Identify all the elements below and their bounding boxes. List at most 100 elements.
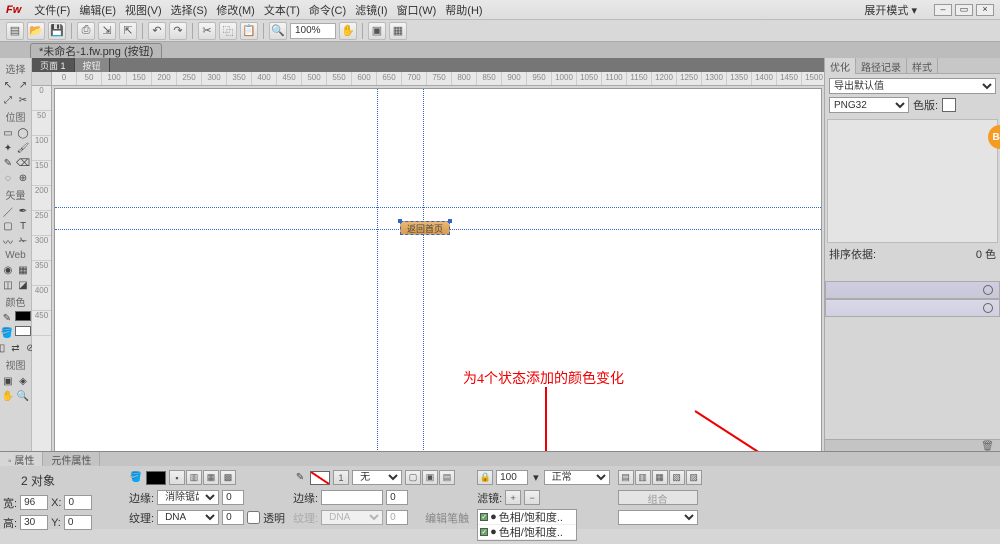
- tool-cut-icon[interactable]: ✂: [198, 22, 216, 40]
- blur-tool-icon[interactable]: ◌: [1, 171, 15, 185]
- tab-styles[interactable]: 样式: [907, 58, 938, 74]
- y-input[interactable]: [64, 515, 92, 530]
- x-input[interactable]: [64, 495, 92, 510]
- maximize-button[interactable]: ▭: [955, 4, 973, 16]
- transparent-checkbox[interactable]: [247, 511, 260, 524]
- menu-modify[interactable]: 修改(M): [216, 2, 255, 18]
- tab-symbol-properties[interactable]: 元件属性: [43, 452, 100, 466]
- stroke-swatch[interactable]: [310, 471, 330, 485]
- filter-list[interactable]: ✓●色相/饱和度.. ✓●色相/饱和度..: [477, 509, 577, 541]
- stroke-tool-icon[interactable]: ✎: [293, 471, 307, 485]
- stdview-icon[interactable]: ▣: [1, 374, 15, 388]
- show-hotspots-icon[interactable]: ◪: [16, 278, 30, 292]
- brush-tool-icon[interactable]: 🖌: [16, 141, 30, 155]
- stroke-color-icon[interactable]: ✎: [0, 311, 14, 325]
- layer-row[interactable]: [825, 299, 1000, 317]
- stroke-pos1-icon[interactable]: ▢: [405, 470, 421, 485]
- fill-color-icon[interactable]: 🪣: [0, 326, 14, 340]
- swap-colors-icon[interactable]: ⇄: [9, 341, 23, 355]
- fill-swatch[interactable]: [15, 326, 31, 336]
- expand-mode[interactable]: 展开模式 ▾: [864, 2, 917, 18]
- zoom-input[interactable]: [290, 23, 336, 39]
- opacity-input[interactable]: [496, 470, 528, 485]
- text-tool-icon[interactable]: T: [16, 219, 30, 233]
- canvas-tab-button[interactable]: 按钮: [75, 58, 110, 72]
- w-input[interactable]: [20, 495, 48, 510]
- fill-grad-icon[interactable]: ▥: [186, 470, 202, 485]
- filter-item[interactable]: ✓●色相/饱和度..: [478, 525, 576, 540]
- edge-num[interactable]: [222, 490, 244, 505]
- minimize-button[interactable]: –: [934, 4, 952, 16]
- tool-new-icon[interactable]: ▤: [6, 22, 24, 40]
- h-input[interactable]: [20, 515, 48, 530]
- texture-select[interactable]: DNA: [157, 510, 219, 525]
- menu-view[interactable]: 视图(V): [125, 2, 162, 18]
- edit-stroke-link[interactable]: 编辑笔触: [425, 510, 469, 526]
- align5-icon[interactable]: ▨: [686, 470, 702, 485]
- marquee-tool-icon[interactable]: ▭: [1, 126, 15, 140]
- tab-optimize[interactable]: 优化: [825, 58, 856, 74]
- eraser-tool-icon[interactable]: ⌫: [16, 156, 30, 170]
- fill-swatch[interactable]: [146, 471, 166, 485]
- default-colors-icon[interactable]: ◧: [0, 341, 8, 355]
- fill-web-icon[interactable]: ▩: [220, 470, 236, 485]
- blend-select[interactable]: 正常: [544, 470, 610, 485]
- preview-icon[interactable]: ◈: [16, 374, 30, 388]
- tool-hand-icon[interactable]: ✋: [339, 22, 357, 40]
- menu-edit[interactable]: 编辑(E): [79, 2, 116, 18]
- tool-grid-icon[interactable]: ▦: [389, 22, 407, 40]
- tool-import-icon[interactable]: ⇲: [98, 22, 116, 40]
- stroke-swatch[interactable]: [15, 311, 31, 321]
- freeform-tool-icon[interactable]: 〰: [1, 234, 15, 248]
- tool-export-icon[interactable]: ⇱: [119, 22, 137, 40]
- layer-row[interactable]: [825, 281, 1000, 299]
- menu-help[interactable]: 帮助(H): [445, 2, 482, 18]
- menu-filter[interactable]: 滤镜(I): [355, 2, 387, 18]
- align3-icon[interactable]: ▦: [652, 470, 668, 485]
- texture-num[interactable]: [222, 510, 244, 525]
- stroke-edge-num[interactable]: [386, 490, 408, 505]
- fill-solid-icon[interactable]: ▪: [169, 470, 185, 485]
- close-button[interactable]: ×: [976, 4, 994, 16]
- hotspot-tool-icon[interactable]: ◉: [1, 263, 15, 277]
- remove-filter-button[interactable]: −: [524, 490, 540, 505]
- fill-pattern-icon[interactable]: ▦: [203, 470, 219, 485]
- tool-open-icon[interactable]: 📂: [27, 22, 45, 40]
- add-filter-button[interactable]: +: [505, 490, 521, 505]
- export-preset-select[interactable]: 导出默认值: [829, 78, 996, 94]
- scale-tool-icon[interactable]: ⤢: [1, 93, 15, 107]
- fill-tool-icon[interactable]: 🪣: [129, 471, 143, 485]
- hand-tool-icon[interactable]: ✋: [1, 389, 15, 403]
- slice-tool-icon[interactable]: ▦: [16, 263, 30, 277]
- tool-zoom-icon[interactable]: 🔍: [269, 22, 287, 40]
- visibility-toggle-icon[interactable]: [983, 285, 993, 295]
- stroke-style-select[interactable]: 无: [352, 470, 402, 485]
- menu-text[interactable]: 文本(T): [264, 2, 300, 18]
- stroke-pos3-icon[interactable]: ▤: [439, 470, 455, 485]
- edge-select[interactable]: 消除锯齿: [157, 490, 219, 505]
- stroke-edge-select[interactable]: [321, 490, 383, 505]
- tab-properties[interactable]: ◦ 属性: [0, 452, 43, 466]
- stroke-width-icon[interactable]: 1: [333, 470, 349, 485]
- wand-tool-icon[interactable]: ✦: [1, 141, 15, 155]
- filter-item[interactable]: ✓●色相/饱和度..: [478, 510, 576, 525]
- format-select[interactable]: PNG32: [829, 97, 909, 113]
- tool-copy-icon[interactable]: ⿻: [219, 22, 237, 40]
- zoom-tool-icon[interactable]: 🔍: [16, 389, 30, 403]
- visibility-toggle-icon[interactable]: [983, 303, 993, 313]
- subselect-tool-icon[interactable]: ↗: [16, 78, 30, 92]
- menu-select[interactable]: 选择(S): [171, 2, 208, 18]
- tool-save-icon[interactable]: 💾: [48, 22, 66, 40]
- stamp-tool-icon[interactable]: ⊕: [16, 171, 30, 185]
- align1-icon[interactable]: ▤: [618, 470, 634, 485]
- combine-select[interactable]: [618, 510, 698, 525]
- line-tool-icon[interactable]: ／: [1, 204, 15, 218]
- menu-file[interactable]: 文件(F): [34, 2, 70, 18]
- pen-tool-icon[interactable]: ✒: [16, 204, 30, 218]
- tool-fit-icon[interactable]: ▣: [368, 22, 386, 40]
- align4-icon[interactable]: ▧: [669, 470, 685, 485]
- selected-button-object[interactable]: 返回首页: [400, 221, 450, 235]
- hide-hotspots-icon[interactable]: ◫: [1, 278, 15, 292]
- tool-undo-icon[interactable]: ↶: [148, 22, 166, 40]
- canvas-tab-page[interactable]: 页面 1: [32, 58, 75, 72]
